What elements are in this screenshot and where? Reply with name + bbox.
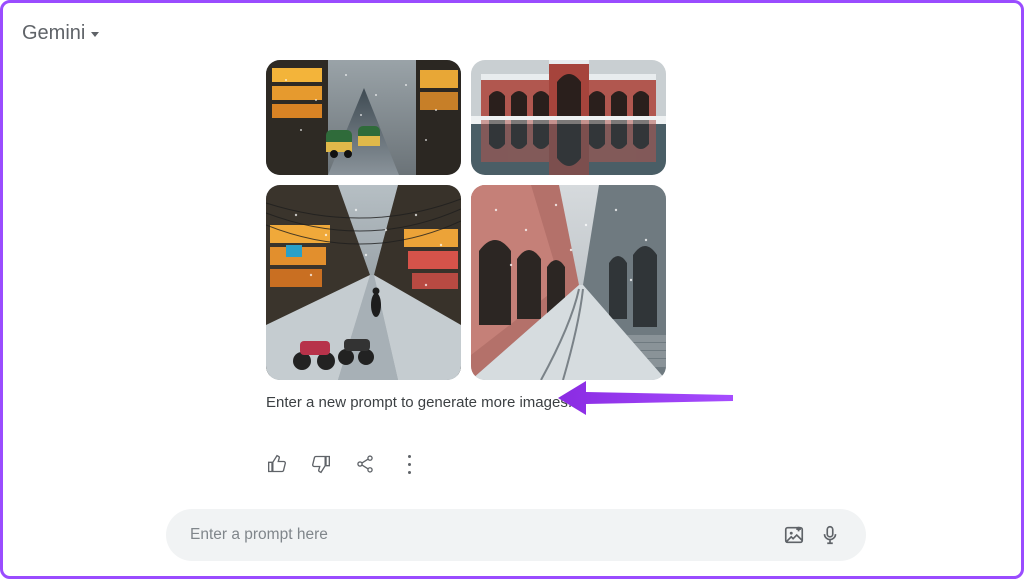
generated-image-3[interactable] [266,185,461,380]
prompt-bar [166,509,866,561]
response-block: Enter a new prompt to generate more imag… [266,0,736,475]
generated-image-4[interactable] [471,185,666,380]
hint-text: Enter a new prompt to generate more imag… [266,394,736,411]
chevron-down-icon [91,32,99,37]
microphone-icon[interactable] [812,517,848,553]
generated-image-2[interactable] [471,60,666,175]
image-upload-icon[interactable] [776,517,812,553]
thumbs-up-icon[interactable] [266,453,288,475]
image-grid [266,60,736,380]
app-name: Gemini [22,22,85,45]
prompt-input[interactable] [190,526,776,544]
generated-image-1[interactable] [266,60,461,175]
more-options-icon[interactable] [398,453,420,475]
thumbs-down-icon[interactable] [310,453,332,475]
share-icon[interactable] [354,453,376,475]
response-actions [266,453,736,475]
model-switcher[interactable]: Gemini [22,22,99,45]
